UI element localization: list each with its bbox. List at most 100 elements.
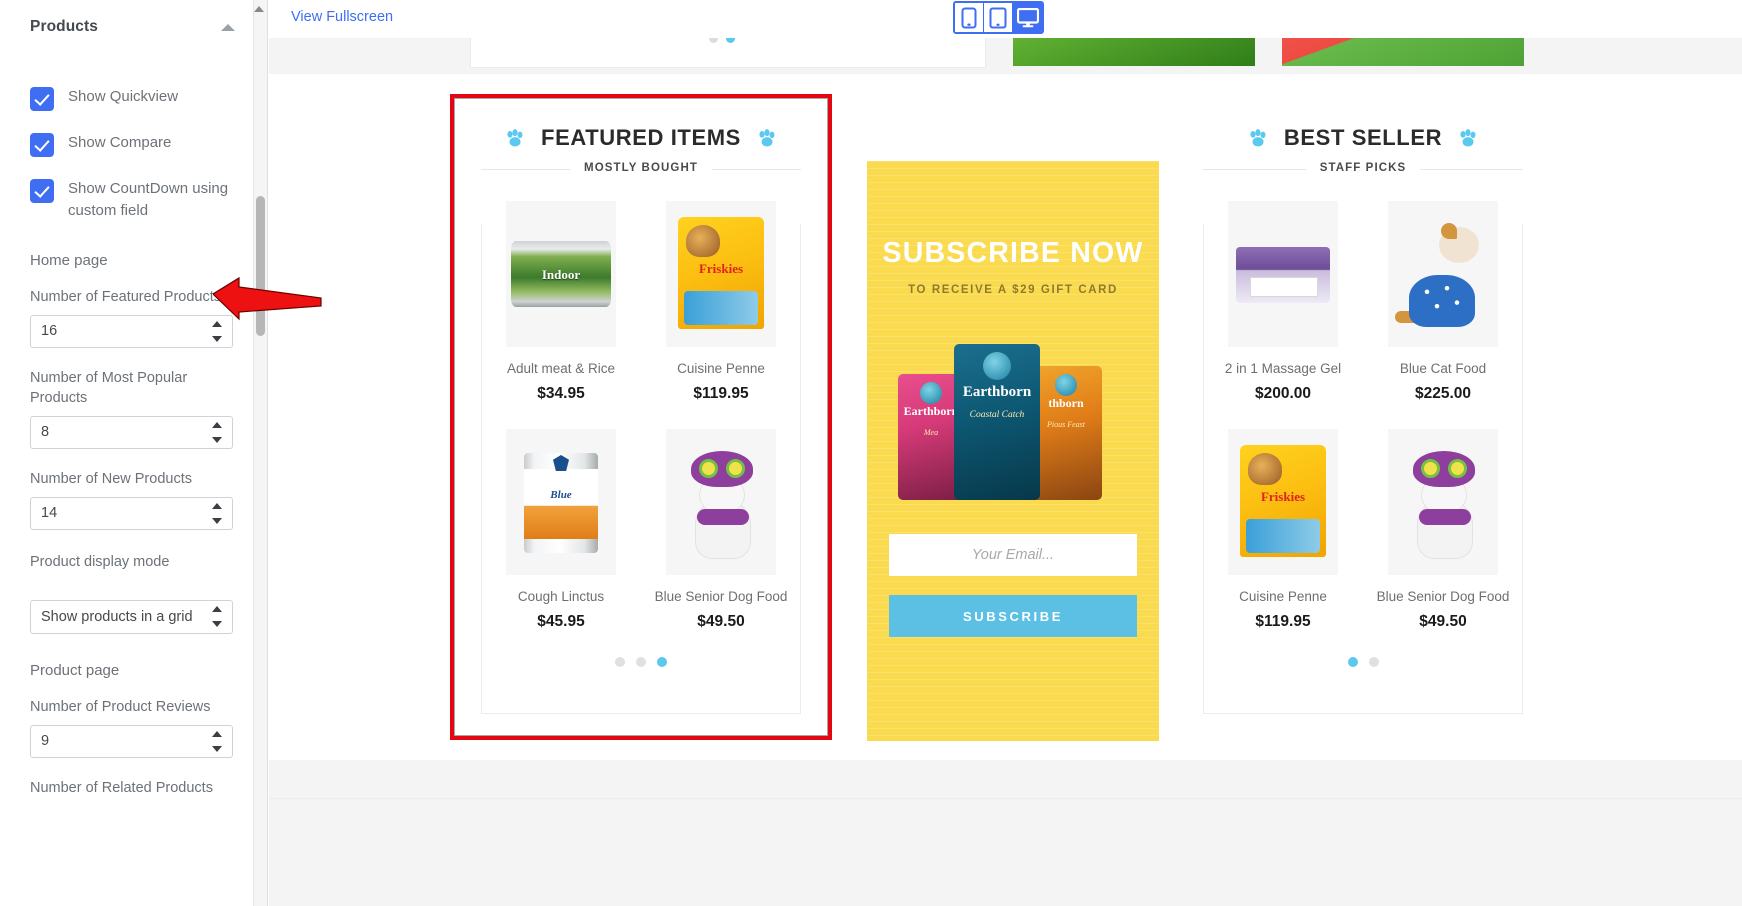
carousel-dot[interactable] [636, 657, 646, 667]
divider-left [1203, 168, 1306, 170]
featured-items-subtitle-row: MOSTLY BOUGHT [481, 162, 802, 175]
carousel-dot-active[interactable] [657, 657, 667, 667]
best-seller-subtitle: STAFF PICKS [1319, 162, 1407, 174]
carousel-dot-active[interactable] [1347, 657, 1358, 667]
checkbox-label-show-compare: Show Compare [68, 134, 172, 151]
featured-items-subtitle: MOSTLY BOUGHT [584, 162, 698, 174]
sidebar-scrollbar[interactable] [253, 0, 267, 906]
view-fullscreen-link[interactable]: View Fullscreen [291, 9, 393, 25]
product-image-cough-linctus[interactable] [506, 429, 616, 575]
product-image-cuisine-penne[interactable] [666, 201, 776, 347]
featured-carousel-dots[interactable] [455, 657, 827, 667]
input-value-new-products: 14 [41, 505, 58, 521]
select-product-display-mode[interactable]: Show products in a grid [30, 600, 233, 634]
input-number-of-product-reviews[interactable]: 9 [30, 725, 233, 758]
bag-brand-label: thborn [1048, 396, 1084, 410]
checkbox-row-show-countdown[interactable]: Show CountDown using custom field [30, 178, 237, 222]
product-price: $119.95 [693, 385, 749, 402]
paw-icon-left [1250, 128, 1266, 146]
sidebar-scrollbar-thumb[interactable] [256, 196, 265, 336]
scroll-up-arrow-icon[interactable] [254, 6, 264, 12]
product-card[interactable]: Blue Senior Dog Food $49.50 [641, 403, 801, 631]
product-price: $225.00 [1414, 385, 1472, 402]
bag-brand-label: Earthborn [962, 384, 1032, 400]
input-number-of-featured-products[interactable]: 16 [30, 315, 233, 348]
clipped-dot[interactable] [709, 38, 718, 43]
device-button-mobile[interactable] [955, 3, 984, 32]
carousel-dot[interactable] [615, 657, 625, 667]
preview-bottom-band [269, 798, 1742, 906]
featured-items-panel: FEATURED ITEMS MOSTLY BOUGHT Adult meat … [455, 99, 827, 735]
product-price: $34.95 [537, 385, 585, 402]
product-card[interactable]: 2 in 1 Massage Gel $200.00 [1203, 175, 1363, 403]
stepper-featured-products[interactable] [212, 321, 223, 342]
product-image-blue-senior-dog-food[interactable] [1388, 429, 1498, 575]
product-name: Blue Senior Dog Food [1376, 589, 1510, 604]
select-value-product-display-mode: Show products in a grid [41, 609, 193, 625]
product-image-adult-meat-rice[interactable] [506, 201, 616, 347]
best-seller-subtitle-row: STAFF PICKS [1203, 162, 1524, 175]
subscribe-caption: TO RECEIVE A $29 GIFT CARD [908, 284, 1118, 296]
checkbox-show-quickview[interactable] [30, 87, 54, 111]
carousel-dot[interactable] [1368, 657, 1379, 667]
clipped-carousel-dots[interactable] [709, 38, 735, 43]
product-card[interactable]: Cuisine Penne $119.95 [641, 175, 801, 403]
settings-sidebar: Products Show Quickview Show Compare Sho… [0, 0, 268, 906]
product-image-massage-gel[interactable] [1228, 201, 1338, 347]
best-seller-title: BEST SELLER [1283, 125, 1443, 150]
sidebar-section-title: Products [30, 18, 98, 35]
checkbox-show-countdown[interactable] [30, 179, 54, 203]
product-image-blue-cat-food[interactable] [1388, 201, 1498, 347]
caret-up-icon[interactable] [221, 23, 235, 31]
product-price: $45.95 [537, 613, 585, 630]
device-button-tablet[interactable] [984, 3, 1013, 32]
subscribe-banner: SUBSCRIBE NOW TO RECEIVE A $29 GIFT CARD… [867, 161, 1159, 741]
subscribe-title: SUBSCRIBE NOW [882, 237, 1144, 269]
checkbox-show-compare[interactable] [30, 133, 54, 157]
field-label-most-popular-products: Number of Most Popular Products [30, 370, 188, 406]
featured-items-header: FEATURED ITEMS [455, 99, 827, 151]
clipped-image-watermelon [1282, 38, 1524, 66]
mobile-icon [961, 7, 977, 29]
bag-sub-label: Pious Feast [1047, 420, 1085, 429]
product-card[interactable]: Cuisine Penne $119.95 [1203, 403, 1363, 631]
product-name: Cuisine Penne [677, 361, 765, 376]
input-number-of-new-products[interactable]: 14 [30, 497, 233, 530]
input-value-product-reviews: 9 [41, 733, 50, 749]
best-seller-carousel-dots[interactable] [1177, 657, 1549, 667]
product-name: Cuisine Penne [1239, 589, 1327, 604]
product-card[interactable]: Blue Cat Food $225.00 [1363, 175, 1523, 403]
best-seller-panel: BEST SELLER STAFF PICKS 2 in 1 Massage G… [1177, 99, 1549, 735]
clipped-dot-active[interactable] [726, 38, 735, 43]
checkbox-label-show-quickview: Show Quickview [68, 88, 179, 105]
select-stepper-product-display-mode[interactable] [212, 606, 223, 627]
sidebar-section-header[interactable]: Products [0, 0, 267, 40]
input-value-most-popular-products: 8 [41, 424, 50, 440]
bag-sub-label: Coastal Catch [969, 410, 1025, 420]
product-name: Adult meat & Rice [506, 361, 616, 376]
subscribe-email-input[interactable]: Your Email... [889, 534, 1137, 576]
best-seller-grid: 2 in 1 Massage Gel $200.00 Blue Cat Food… [1177, 175, 1549, 631]
input-number-of-most-popular-products[interactable]: 8 [30, 416, 233, 449]
device-button-desktop[interactable] [1013, 3, 1042, 32]
paw-icon-right [1460, 128, 1476, 146]
product-image-blue-senior-dog-food[interactable] [666, 429, 776, 575]
checkbox-row-show-compare[interactable]: Show Compare [30, 132, 237, 157]
checkbox-row-show-quickview[interactable]: Show Quickview [30, 86, 237, 111]
product-card[interactable]: Cough Linctus $45.95 [481, 403, 641, 631]
stepper-product-reviews[interactable] [212, 731, 223, 752]
product-card[interactable]: Adult meat & Rice $34.95 [481, 175, 641, 403]
divider-right [712, 168, 802, 170]
device-preview-toggle[interactable] [953, 1, 1044, 34]
product-card[interactable]: Blue Senior Dog Food $49.50 [1363, 403, 1523, 631]
stepper-new-products[interactable] [212, 503, 223, 524]
stepper-most-popular-products[interactable] [212, 422, 223, 443]
product-image-cuisine-penne[interactable] [1228, 429, 1338, 575]
field-label-featured-products: Number of Featured Products [30, 289, 222, 305]
featured-items-title: FEATURED ITEMS [541, 125, 741, 150]
divider-right [1420, 168, 1524, 170]
subscribe-button[interactable]: SUBSCRIBE [889, 595, 1137, 637]
field-label-product-reviews: Number of Product Reviews [30, 699, 211, 715]
tablet-icon [989, 7, 1007, 29]
field-label-new-products: Number of New Products [30, 471, 192, 487]
